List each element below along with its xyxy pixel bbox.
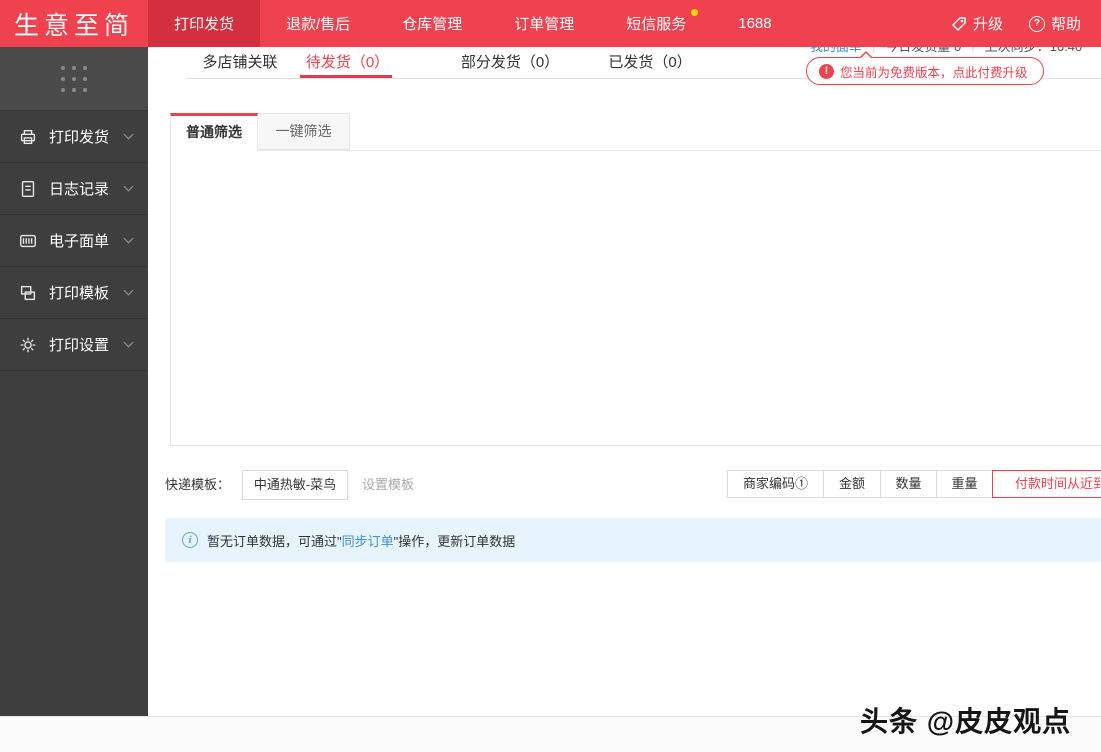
sort-button-group: 商家编码① 金额 数量 重量 付款时间从近到远 [727, 470, 1101, 498]
sidebar: 打印发货 日志记录 电子面单 打印模板 打印设置 [0, 47, 148, 716]
nav-label: 仓库管理 [402, 16, 463, 33]
nav-label: 1688 [738, 15, 772, 32]
top-navbar: 生意至简 打印发货 退款/售后 仓库管理 订单管理 短信服务 1688 升级 ?… [0, 0, 1101, 47]
sidebar-item-print-ship[interactable]: 打印发货 [0, 110, 148, 162]
nav-orders[interactable]: 订单管理 [488, 0, 600, 47]
top-nav: 打印发货 退款/售后 仓库管理 订单管理 短信服务 1688 [148, 0, 798, 47]
sidebar-item-label: 打印发货 [49, 129, 110, 146]
express-template-button[interactable]: 中通热敏-菜鸟 [242, 470, 348, 500]
info-icon: i [182, 532, 198, 548]
sidebar-item-templates[interactable]: 打印模板 [0, 266, 148, 318]
filter-panel [170, 150, 1101, 446]
info-text-suffix: "操作，更新订单数据 [393, 533, 516, 549]
sidebar-filler [0, 370, 148, 378]
gear-icon [20, 337, 36, 352]
sort-pay-time[interactable]: 付款时间从近到远 [992, 470, 1101, 498]
topbar-right: 升级 ? 帮助 [951, 0, 1101, 47]
log-icon [21, 180, 35, 197]
chevron-down-icon [123, 337, 134, 348]
help-button[interactable]: ? 帮助 [1028, 13, 1081, 34]
chevron-down-icon [123, 285, 134, 296]
upgrade-button[interactable]: 升级 [951, 13, 1003, 34]
sidebar-item-label: 日志记录 [49, 181, 110, 198]
question-icon: ? [1028, 15, 1045, 32]
grid-dots-icon [61, 65, 87, 92]
tab-partial-ship[interactable]: 部分发货（0） [455, 47, 565, 78]
printer-icon [20, 129, 36, 144]
chevron-down-icon [123, 181, 134, 192]
nav-print-ship[interactable]: 打印发货 [148, 0, 261, 47]
filter-tab-normal[interactable]: 普通筛选 [170, 113, 258, 151]
tag-icon [951, 16, 966, 31]
waybill-icon [20, 234, 36, 247]
nav-warehouse[interactable]: 仓库管理 [376, 0, 488, 47]
nav-label: 短信服务 [626, 16, 687, 33]
nav-label: 打印发货 [174, 16, 235, 33]
upgrade-label: 升级 [972, 16, 1003, 33]
nav-refund[interactable]: 退款/售后 [260, 0, 376, 47]
express-template-label: 快递模板： [165, 477, 231, 492]
nav-1688[interactable]: 1688 [712, 0, 797, 47]
sidebar-item-ewaybill[interactable]: 电子面单 [0, 214, 148, 266]
template-icon [20, 285, 36, 300]
sort-merchant-code[interactable]: 商家编码① [727, 470, 824, 498]
app-logo: 生意至简 [13, 11, 134, 40]
app-window: 我的面单 | 今日发货量 0 | 上次同步：16:40 生意至简 打印发货 退款… [0, 0, 1101, 752]
empty-orders-infobar: i 暂无订单数据，可通过"同步订单"操作，更新订单数据 [165, 518, 1101, 562]
nav-sms[interactable]: 短信服务 [600, 0, 712, 47]
sidebar-item-label: 打印模板 [49, 285, 110, 302]
chevron-down-icon [123, 233, 134, 244]
sms-badge-dot [691, 9, 699, 16]
watermark: 头条 @皮皮观点 [860, 706, 1072, 737]
sort-quantity[interactable]: 数量 [880, 470, 937, 498]
sort-weight[interactable]: 重量 [936, 470, 993, 498]
info-text: 暂无订单数据，可通过"同步订单"操作，更新订单数据 [207, 531, 515, 550]
tab-pending-ship[interactable]: 待发货（0） [300, 47, 395, 78]
sidebar-header [0, 47, 148, 110]
tab-multi-shop[interactable]: 多店铺关联 [195, 47, 285, 78]
sync-orders-link[interactable]: 同步订单 [342, 534, 394, 549]
sidebar-item-label: 电子面单 [49, 233, 110, 250]
sidebar-item-print-settings[interactable]: 打印设置 [0, 318, 148, 370]
chevron-down-icon [123, 129, 134, 140]
sidebar-item-logs[interactable]: 日志记录 [0, 162, 148, 214]
filter-tab-quick[interactable]: 一键筛选 [257, 113, 350, 150]
tab-shipped[interactable]: 已发货（0） [600, 47, 700, 78]
nav-label: 退款/售后 [286, 16, 351, 33]
help-label: 帮助 [1050, 16, 1081, 33]
sidebar-item-label: 打印设置 [49, 337, 110, 354]
upgrade-notice-bubble[interactable]: ! 您当前为免费版本，点此付费升级 [806, 51, 1044, 85]
template-settings-link[interactable]: 设置模板 [362, 470, 414, 500]
info-text-prefix: 暂无订单数据，可通过" [207, 533, 342, 549]
sort-amount[interactable]: 金额 [823, 470, 881, 498]
nav-label: 订单管理 [514, 16, 575, 33]
exclamation-icon: ! [819, 63, 834, 79]
notice-text: 您当前为免费版本，点此付费升级 [840, 65, 1028, 80]
